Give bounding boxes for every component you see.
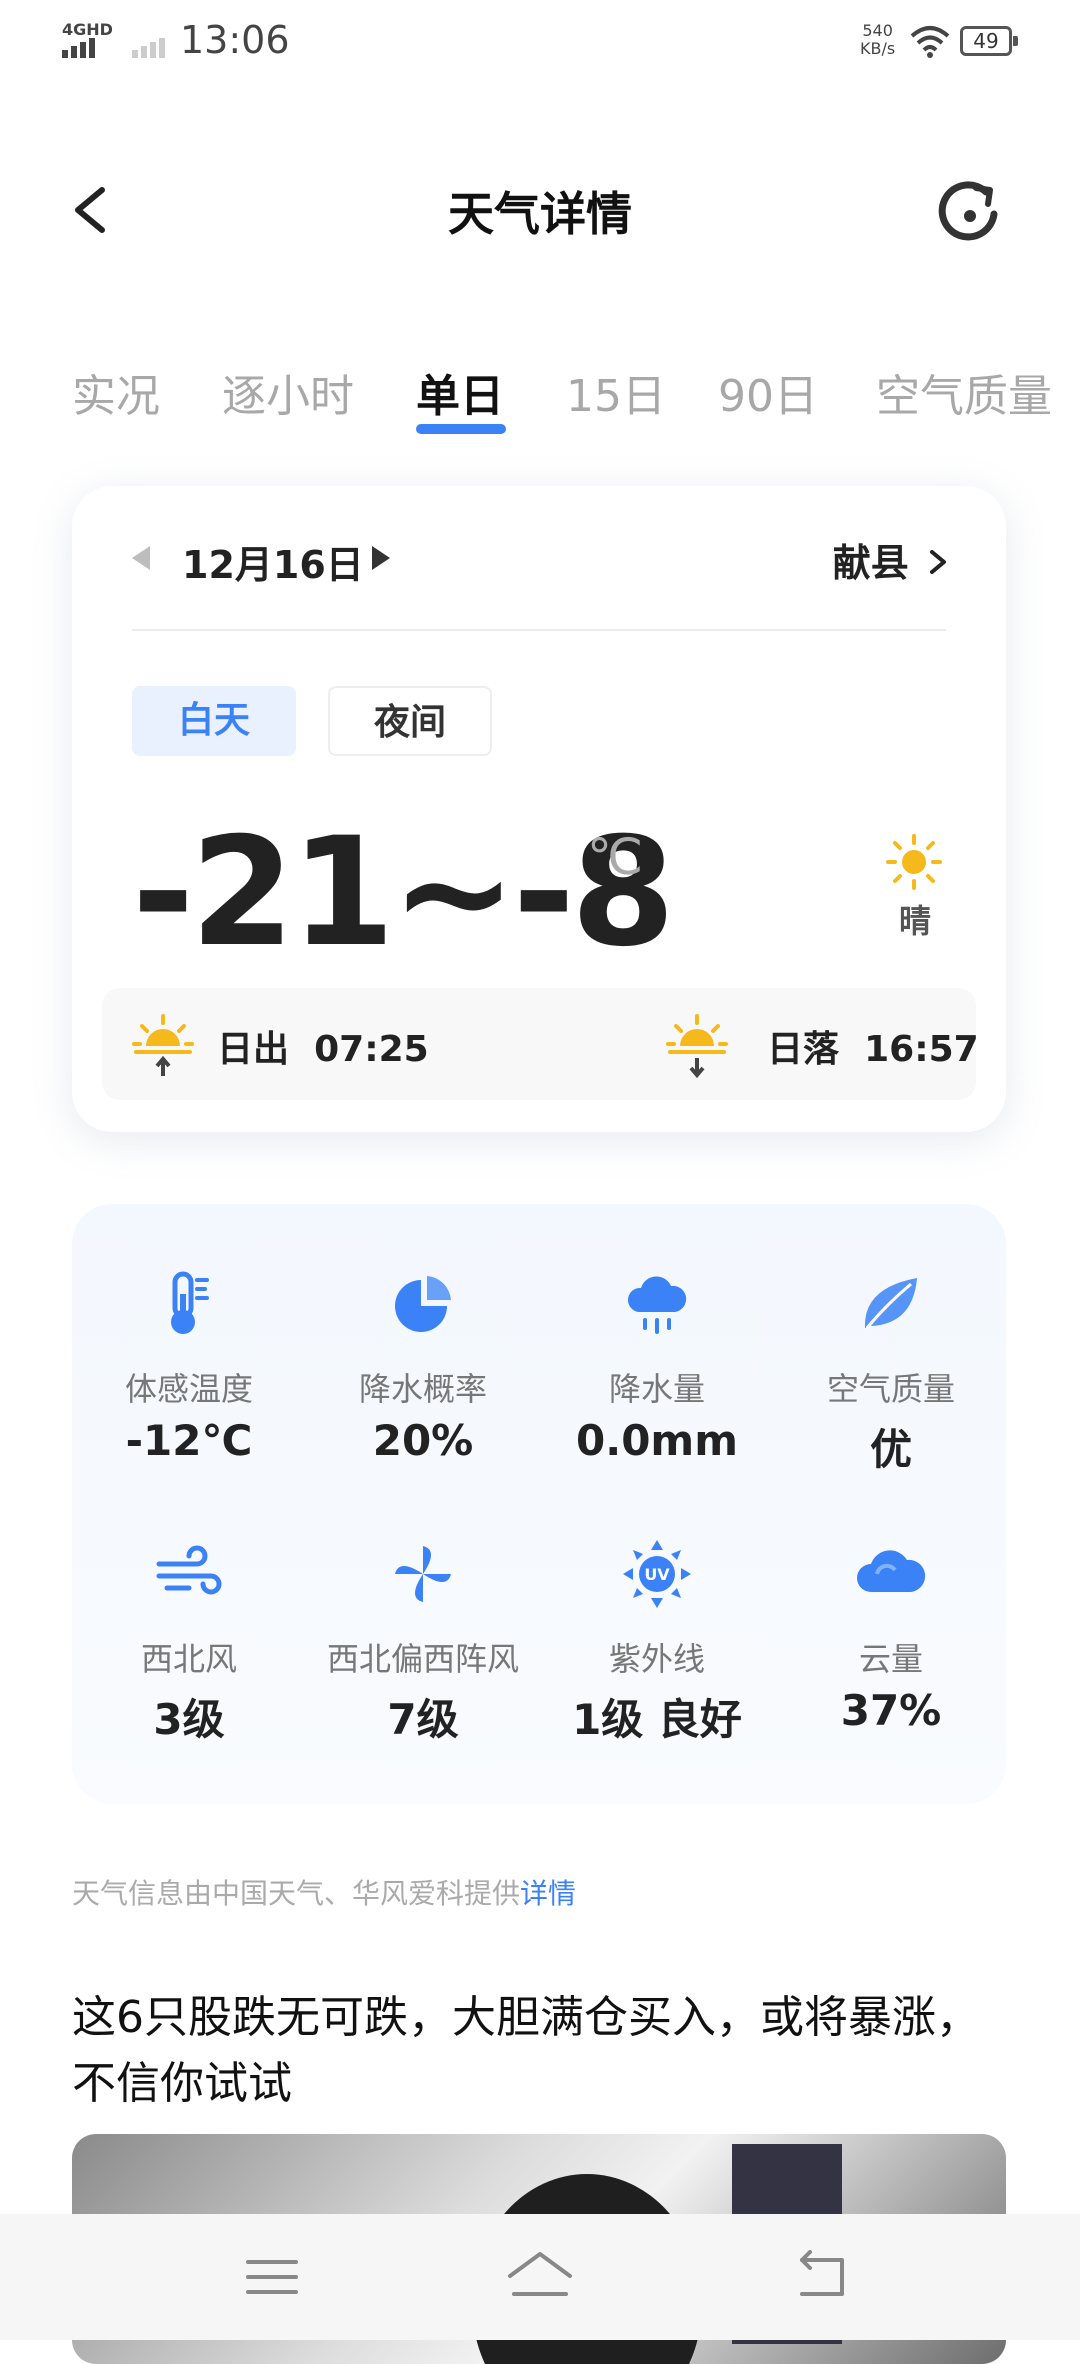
network-speed: 540 KB/s <box>860 21 896 58</box>
sun-times: 日出 07:25 日落 16:57 <box>102 988 979 1100</box>
system-back-button[interactable] <box>782 2242 862 2312</box>
weather-condition: 晴 <box>898 902 931 940</box>
status-bar: 4GHD 13:06 540 KB/s 49 <box>0 0 1080 80</box>
detail-uv: UV 紫外线 1级 良好 <box>540 1534 774 1747</box>
news-headline[interactable]: 这6只股跌无可跌，大胆满仓买入，或将暴涨，不信你试试 <box>72 1985 1012 2117</box>
signal-icon <box>62 38 95 58</box>
tab-bar: 实况 逐小时 单日 15日 90日 空气质量 <box>0 360 1080 440</box>
detail-precip-probability: 降水概率 20% <box>306 1264 540 1465</box>
back-return-icon <box>800 2250 844 2296</box>
day-segment-button[interactable]: 白天 <box>132 686 296 756</box>
night-segment-button[interactable]: 夜间 <box>328 686 492 756</box>
sunrise-icon <box>132 1014 194 1076</box>
page-title: 天气详情 <box>448 187 632 241</box>
divider <box>132 629 946 631</box>
clock: 13:06 <box>180 18 290 62</box>
pinwheel-icon <box>395 1546 451 1602</box>
data-source-note: 天气信息由中国天气、华风爱科提供详情 <box>72 1877 577 1910</box>
active-tab-indicator <box>416 424 506 434</box>
city-name: 献县 <box>832 541 909 585</box>
previous-day-icon[interactable] <box>132 546 150 570</box>
detail-wind: 西北风 3级 <box>72 1534 306 1747</box>
battery-icon: 49 <box>960 26 1018 56</box>
pie-chart-icon <box>395 1276 451 1332</box>
sunset-icon <box>666 1014 728 1079</box>
source-details-link[interactable]: 详情 <box>520 1877 576 1910</box>
date-selector: 12月16日 献县 <box>132 528 952 598</box>
signal-2-icon <box>132 38 165 58</box>
next-day-icon[interactable] <box>372 546 390 570</box>
detail-air-quality: 空气质量 优 <box>774 1264 1008 1477</box>
sunny-icon <box>886 834 942 890</box>
chevron-right-icon <box>930 550 946 574</box>
tab-air-quality[interactable]: 空气质量 <box>876 360 1052 424</box>
city-selector[interactable]: 献县 <box>833 532 952 587</box>
menu-icon <box>246 2260 298 2294</box>
wind-icon <box>156 1545 222 1595</box>
leaf-icon <box>864 1278 917 1329</box>
sunset-label: 日落 16:57 <box>767 1029 979 1070</box>
weather-details-grid: 体感温度 -12℃ 降水概率 20% 降水量 0.0mm 空气质量 优 西北风 … <box>72 1204 1006 1804</box>
svg-text:UV: UV <box>644 1565 670 1584</box>
thermometer-icon <box>171 1271 209 1334</box>
detail-precipitation: 降水量 0.0mm <box>540 1264 774 1465</box>
tab-live[interactable]: 实况 <box>72 360 160 424</box>
tab-single-day[interactable]: 单日 <box>416 360 504 424</box>
refresh-button[interactable] <box>930 170 1010 250</box>
system-nav-bar <box>0 2214 1080 2340</box>
detail-cloud-cover: 云量 37% <box>774 1534 1008 1735</box>
sunrise-label: 日出 07:25 <box>217 1029 429 1070</box>
home-icon <box>508 2252 572 2296</box>
day-weather-card: 12月16日 献县 白天 夜间 -21~-8 ℃ 晴 日出 07:25 日落 1… <box>72 486 1006 1132</box>
refresh-icon <box>938 181 998 241</box>
sunrise-time: 07:25 <box>314 1029 429 1070</box>
date-label: 12月16日 <box>182 543 364 587</box>
menu-button[interactable] <box>232 2242 312 2312</box>
cloud-icon <box>857 1550 926 1592</box>
sunset-time: 16:57 <box>864 1029 979 1070</box>
tab-hourly[interactable]: 逐小时 <box>222 360 354 424</box>
tab-15-day[interactable]: 15日 <box>566 360 666 424</box>
rain-cloud-icon <box>627 1276 687 1334</box>
temperature-unit: ℃ <box>587 828 644 886</box>
tab-90-day[interactable]: 90日 <box>718 360 818 424</box>
detail-feels-like: 体感温度 -12℃ <box>72 1264 306 1465</box>
uv-icon: UV <box>623 1540 691 1608</box>
detail-gust: 西北偏西阵风 7级 <box>306 1534 540 1747</box>
wifi-icon <box>910 26 950 58</box>
home-button[interactable] <box>500 2242 580 2312</box>
